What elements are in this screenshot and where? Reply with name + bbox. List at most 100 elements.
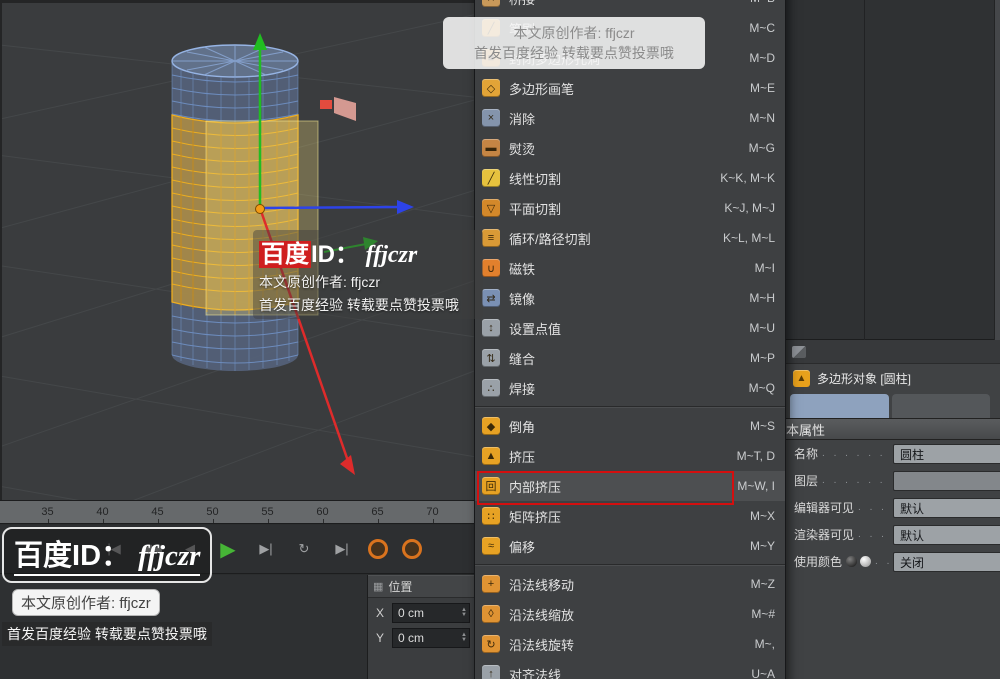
timeline-tick[interactable]: 50 — [185, 501, 240, 523]
menu-item-label: 磁铁 — [509, 259, 746, 278]
menu-item[interactable] — [475, 561, 785, 569]
record-keyframe-button[interactable] — [368, 539, 388, 559]
menu-item[interactable]: 回 内部挤压 M~W, I — [475, 471, 785, 501]
menu-item-shortcut: M~H — [749, 291, 775, 305]
timeline-tick[interactable]: 60 — [295, 501, 350, 523]
timeline-tick[interactable]: 65 — [350, 501, 405, 523]
attribute-label: 图层 — [794, 472, 818, 489]
menu-item-label: 沿法线旋转 — [509, 635, 746, 654]
menu-item[interactable]: ≡ 循环/路径切割 K~L, M~L — [475, 223, 785, 253]
menu-item-label: 对齐法线 — [509, 665, 742, 679]
watermark-bottom-line3: 首发百度经验 转载要点赞投票哦 — [2, 622, 212, 646]
menu-item[interactable]: × 消除 M~N — [475, 103, 785, 133]
timeline-ruler[interactable]: 35 40 45 50 55 60 65 70 — [0, 500, 474, 524]
object-title: 多边形对象 [圆柱] — [817, 370, 911, 387]
coordinate-row: X 0 cm ▲▼ — [368, 598, 474, 623]
attribute-subtabs — [786, 392, 1000, 418]
menu-item[interactable]: ∴ 焊接 M~Q — [475, 373, 785, 403]
iron-icon: ▬ — [482, 139, 500, 157]
tick-label: 55 — [261, 506, 273, 518]
plane-cut-icon: ▽ — [482, 199, 500, 217]
menu-item-shortcut: M~P — [750, 351, 775, 365]
menu-item[interactable]: ⇄ 镜像 M~H — [475, 283, 785, 313]
attribute-tab[interactable] — [790, 394, 889, 418]
menu-item-label: 挤压 — [509, 447, 728, 466]
matrix-extrude-icon: ∷ — [482, 507, 500, 525]
attribute-value-field[interactable]: 默认 — [893, 498, 1000, 518]
menu-item[interactable]: ↻ 沿法线旋转 M~, — [475, 629, 785, 659]
menu-item[interactable]: ∩ 桥接 M~B — [475, 0, 785, 13]
dot-leader — [875, 556, 889, 567]
axis-label: X — [376, 606, 386, 620]
coordinates-panel: ▦ 位置 X 0 cm ▲▼ Y 0 cm ▲▼ — [368, 575, 474, 679]
menu-item-shortcut: M~B — [750, 0, 775, 5]
menu-item[interactable]: ◇ 多边形画笔 M~E — [475, 73, 785, 103]
spinner-arrows[interactable]: ▲▼ — [461, 608, 469, 618]
menu-item-label: 消除 — [509, 109, 740, 128]
menu-item-shortcut: M~S — [750, 419, 775, 433]
menu-item-label: 沿法线缩放 — [509, 605, 742, 624]
menu-item[interactable]: ∪ 磁铁 M~I — [475, 253, 785, 283]
menu-item-label: 缝合 — [509, 349, 741, 368]
watermark-center-line3: 首发百度经验 转载要点赞投票哦 — [259, 295, 477, 315]
panel-divider — [864, 0, 865, 340]
timeline-tick[interactable]: 70 — [405, 501, 460, 523]
loop-button[interactable]: ↻ — [292, 537, 316, 561]
menu-item-shortcut: M~I — [755, 261, 775, 275]
tick-label: 50 — [206, 506, 218, 518]
object-manager-scrollbar[interactable] — [994, 0, 1000, 340]
menu-item-shortcut: M~Z — [751, 577, 775, 591]
menu-item[interactable]: ≈ 偏移 M~Y — [475, 531, 785, 561]
attribute-value-field[interactable]: 圆柱 — [893, 444, 1000, 464]
menu-item[interactable] — [475, 403, 785, 411]
dot-leader — [858, 502, 889, 513]
axis-label: Y — [376, 631, 386, 645]
attribute-value-field[interactable] — [893, 471, 1000, 491]
timeline-tick[interactable]: 40 — [75, 501, 130, 523]
menu-item[interactable]: ↕ 设置点值 M~U — [475, 313, 785, 343]
bevel-icon: ◆ — [482, 417, 500, 435]
menu-item[interactable]: + 沿法线移动 M~Z — [475, 569, 785, 599]
extrude-icon: ▲ — [482, 447, 500, 465]
attribute-value-field[interactable]: 关闭 — [893, 552, 1000, 572]
timeline-tick[interactable]: 55 — [240, 501, 295, 523]
menu-item-label: 焊接 — [509, 379, 740, 398]
timeline-tick[interactable]: 45 — [130, 501, 185, 523]
goto-end-button[interactable]: ▶| — [330, 537, 354, 561]
menu-item-label: 沿法线移动 — [509, 575, 742, 594]
menu-item[interactable]: ▽ 平面切割 K~J, M~J — [475, 193, 785, 223]
menu-item-label: 桥接 — [509, 0, 741, 8]
menu-item[interactable]: ◊ 沿法线缩放 M~# — [475, 599, 785, 629]
stitch-icon: ⇅ — [482, 349, 500, 367]
menu-item-shortcut: M~Q — [749, 381, 775, 395]
menu-item[interactable]: ◆ 倒角 M~S — [475, 411, 785, 441]
menu-item[interactable]: ∷ 矩阵挤压 M~X — [475, 501, 785, 531]
autokeying-button[interactable] — [402, 539, 422, 559]
align-normals-icon: ↑ — [482, 665, 500, 679]
coordinate-row: Y 0 cm ▲▼ — [368, 623, 474, 648]
mode-icon[interactable] — [792, 346, 806, 358]
menu-item[interactable]: ▬ 熨烫 M~G — [475, 133, 785, 163]
c4d-window: 35 40 45 50 55 60 65 70 |◀ ◀◀ ◀ — [0, 0, 1000, 679]
menu-item[interactable]: ↑ 对齐法线 U~A — [475, 659, 785, 679]
baidu-id-label: 百度 — [14, 540, 72, 572]
menu-item-label: 镜像 — [509, 289, 740, 308]
watermark-center-line2: 本文原创作者: ffjczr — [259, 272, 477, 292]
attribute-row: 名称 圆柱 — [786, 440, 1000, 467]
menu-item[interactable]: ▲ 挤压 M~T, D — [475, 441, 785, 471]
section-header[interactable]: 基本属性 — [786, 418, 1000, 440]
mirror-icon: ⇄ — [482, 289, 500, 307]
coordinate-input[interactable]: 0 cm ▲▼ — [392, 603, 470, 623]
attribute-tab[interactable] — [892, 394, 991, 418]
timeline-tick[interactable]: 35 — [20, 501, 75, 523]
attribute-value-field[interactable]: 默认 — [893, 525, 1000, 545]
coordinate-input[interactable]: 0 cm ▲▼ — [392, 628, 470, 648]
menu-item-shortcut: M~, — [755, 637, 775, 651]
menu-item-shortcut: U~A — [751, 667, 775, 679]
menu-item[interactable]: ╱ 线性切割 K~K, M~K — [475, 163, 785, 193]
spinner-arrows[interactable]: ▲▼ — [461, 633, 469, 643]
attribute-label: 编辑器可见 — [794, 499, 854, 516]
menu-item[interactable]: ⇅ 缝合 M~P — [475, 343, 785, 373]
tick-label: 40 — [96, 506, 108, 518]
menu-item-shortcut: K~L, M~L — [723, 231, 775, 245]
